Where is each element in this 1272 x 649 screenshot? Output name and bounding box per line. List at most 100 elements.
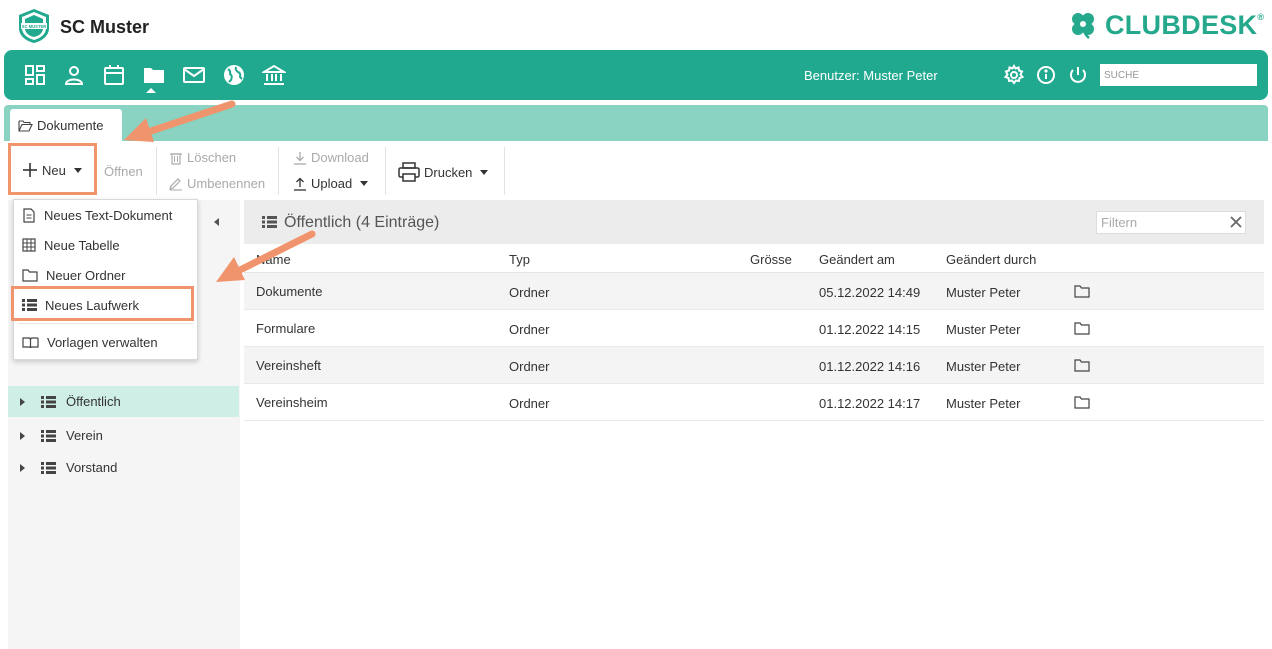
person-icon[interactable] xyxy=(62,63,86,87)
tree-item-label: Vorstand xyxy=(66,460,118,475)
dashboard-icon[interactable] xyxy=(23,63,47,87)
table-row[interactable]: Formulare Ordner 01.12.2022 14:15 Muster… xyxy=(244,310,1264,347)
new-button[interactable]: Neu xyxy=(22,162,82,178)
cell-name: Vereinsheim xyxy=(256,395,328,410)
folder-icon xyxy=(1074,359,1090,372)
pencil-icon xyxy=(169,177,182,190)
document-icon xyxy=(23,207,35,223)
upload-label: Upload xyxy=(311,176,353,191)
folder-icon xyxy=(1074,322,1090,335)
folder-icon xyxy=(22,268,38,282)
power-icon[interactable] xyxy=(1066,63,1090,87)
cell-type: Ordner xyxy=(509,322,550,337)
cell-modified-by: Muster Peter xyxy=(946,285,1021,300)
column-header-size[interactable]: Grösse xyxy=(750,252,792,267)
upload-icon xyxy=(294,177,306,191)
menu-item-new-folder[interactable]: Neuer Ordner xyxy=(14,260,197,290)
active-nav-indicator xyxy=(146,88,156,93)
download-icon xyxy=(294,151,306,165)
print-button[interactable]: Drucken xyxy=(398,162,489,182)
caret-down-icon xyxy=(73,167,82,173)
folder-open-icon xyxy=(18,119,33,132)
folder-icon xyxy=(1074,396,1090,409)
cell-type: Ordner xyxy=(509,396,550,411)
mail-icon[interactable] xyxy=(182,63,206,87)
trash-icon xyxy=(170,152,182,165)
caret-down-icon xyxy=(360,181,369,186)
table-row[interactable]: Dokumente Ordner 05.12.2022 14:49 Muster… xyxy=(244,273,1264,310)
column-header-type[interactable]: Typ xyxy=(509,252,530,267)
tree-item-oeffentlich[interactable]: Öffentlich xyxy=(8,386,239,417)
upload-button[interactable]: Upload xyxy=(293,176,369,191)
cell-modified-by: Muster Peter xyxy=(946,359,1021,374)
club-name: SC Muster xyxy=(60,17,150,37)
new-label: Neu xyxy=(42,162,66,178)
cell-type: Ordner xyxy=(509,359,550,374)
tree-item-label: Öffentlich xyxy=(66,394,121,409)
brand-registered: ® xyxy=(1257,12,1264,22)
current-user: Benutzer: Muster Peter xyxy=(804,68,938,83)
cell-name: Formulare xyxy=(256,321,316,336)
folder-icon xyxy=(1074,285,1090,298)
globe-icon[interactable] xyxy=(222,63,246,87)
rename-button[interactable]: Umbenennen xyxy=(168,176,265,191)
delete-button[interactable]: Löschen xyxy=(169,150,236,165)
cell-modified: 01.12.2022 14:16 xyxy=(819,359,921,374)
tree-item-vorstand[interactable]: Vorstand xyxy=(8,452,239,483)
tree-item-label: Verein xyxy=(66,428,103,443)
column-header-name[interactable]: Name xyxy=(256,252,291,267)
menu-item-label: Neues Text-Dokument xyxy=(44,207,173,223)
list-header-bar: Öffentlich (4 Einträge) xyxy=(244,200,1264,244)
cell-modified: 01.12.2022 14:15 xyxy=(819,322,921,337)
toolbar-divider xyxy=(156,147,157,195)
collapse-panel-icon[interactable] xyxy=(214,218,219,226)
drive-icon xyxy=(22,299,37,311)
menu-item-manage-templates[interactable]: Vorlagen verwalten xyxy=(14,327,197,357)
tab-label: Dokumente xyxy=(37,117,104,133)
new-dropdown-menu: Neues Text-Dokument Neue Tabelle Neuer O… xyxy=(13,199,198,360)
brand-name: CLUBDESK xyxy=(1104,9,1258,40)
folder-icon[interactable] xyxy=(142,63,166,87)
clubdesk-brand: CLUBDESK ® xyxy=(1067,8,1264,42)
caret-down-icon xyxy=(480,169,489,175)
drive-icon xyxy=(41,429,56,442)
cell-modified-by: Muster Peter xyxy=(946,322,1021,337)
cell-type: Ordner xyxy=(509,285,550,300)
toolbar-divider xyxy=(385,147,386,195)
tab-dokumente[interactable]: Dokumente xyxy=(10,109,122,141)
open-button[interactable]: Öffnen xyxy=(104,164,143,179)
menu-item-label: Neuer Ordner xyxy=(46,267,126,283)
list-title: Öffentlich (4 Einträge) xyxy=(284,214,440,231)
bank-icon[interactable] xyxy=(260,63,288,87)
info-icon[interactable] xyxy=(1034,63,1058,87)
menu-item-label: Neues Laufwerk xyxy=(45,297,139,313)
menu-item-new-text-document[interactable]: Neues Text-Dokument xyxy=(14,200,197,230)
tab-strip: Dokumente xyxy=(4,105,1268,141)
download-button[interactable]: Download xyxy=(293,150,369,165)
book-icon xyxy=(22,336,39,348)
cell-modified-by: Muster Peter xyxy=(946,396,1021,411)
drive-icon xyxy=(41,395,56,408)
column-header-modified[interactable]: Geändert am xyxy=(819,252,895,267)
tree-item-verein[interactable]: Verein xyxy=(8,420,239,451)
search-input[interactable] xyxy=(1100,64,1257,86)
cell-modified: 05.12.2022 14:49 xyxy=(819,285,921,300)
main-nav: Benutzer: Muster Peter xyxy=(4,50,1268,100)
calendar-icon[interactable] xyxy=(102,63,126,87)
settings-icon[interactable] xyxy=(1002,63,1026,87)
menu-item-new-drive[interactable]: Neues Laufwerk xyxy=(14,290,197,320)
filter-input[interactable] xyxy=(1096,211,1246,234)
menu-item-label: Neue Tabelle xyxy=(44,237,120,253)
column-header-modified-by[interactable]: Geändert durch xyxy=(946,252,1036,267)
delete-label: Löschen xyxy=(187,150,237,165)
expand-arrow-icon[interactable] xyxy=(20,431,25,440)
print-label: Drucken xyxy=(424,164,473,180)
expand-arrow-icon[interactable] xyxy=(20,397,25,406)
clear-filter-icon[interactable] xyxy=(1228,214,1244,230)
table-row[interactable]: Vereinsheft Ordner 01.12.2022 14:16 Must… xyxy=(244,347,1264,384)
expand-arrow-icon[interactable] xyxy=(20,463,25,472)
menu-item-label: Vorlagen verwalten xyxy=(47,334,158,350)
logo-text: SC MUSTER xyxy=(22,24,47,29)
menu-item-new-table[interactable]: Neue Tabelle xyxy=(14,230,197,260)
table-row[interactable]: Vereinsheim Ordner 01.12.2022 14:17 Must… xyxy=(244,384,1264,421)
